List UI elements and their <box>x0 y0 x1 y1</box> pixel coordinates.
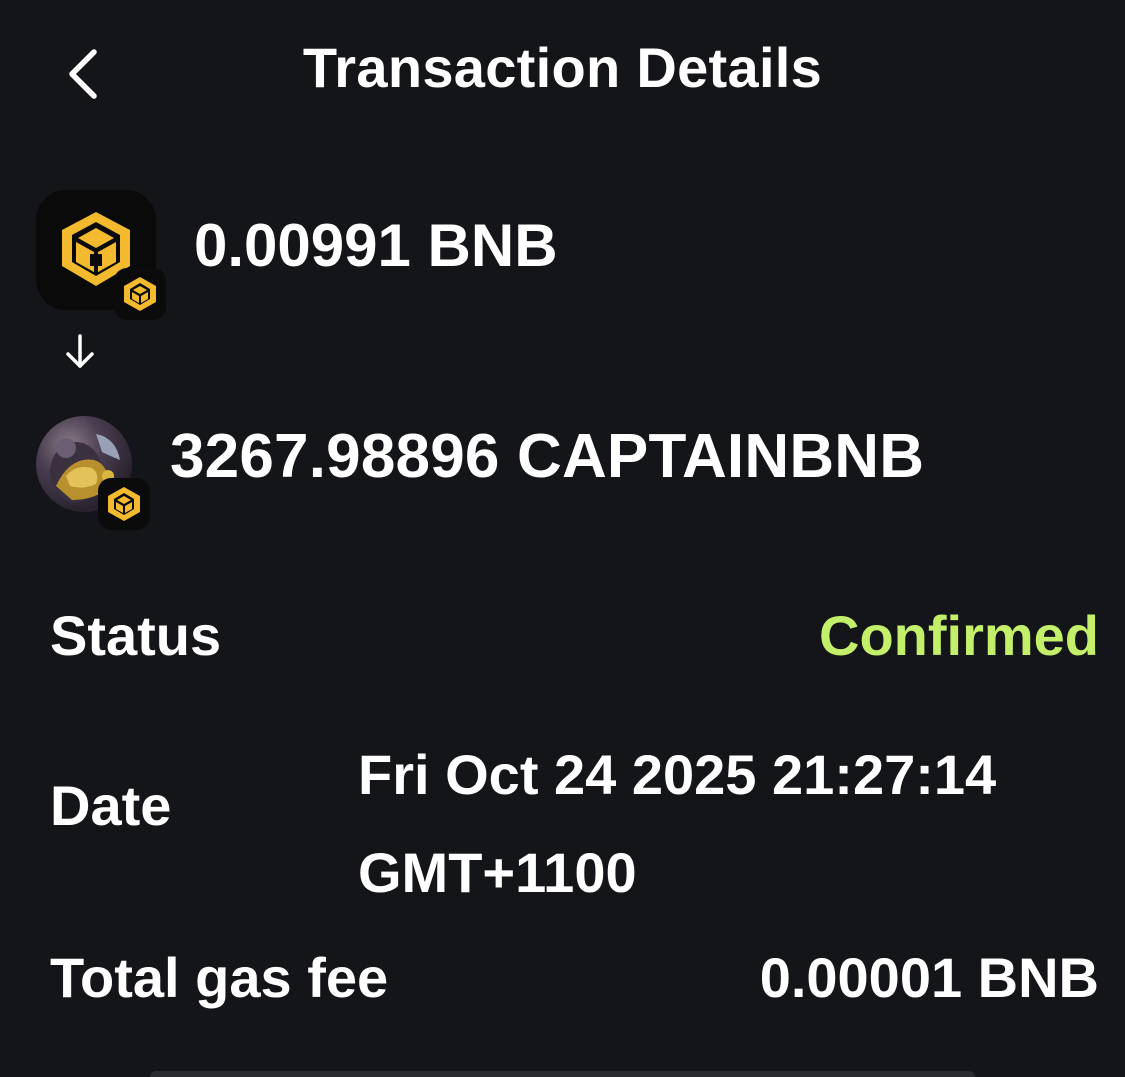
page-title: Transaction Details <box>302 36 823 99</box>
chain-badge <box>114 268 166 320</box>
bnb-chain-icon <box>124 277 156 311</box>
transaction-details-screen: Transaction Details 0.00991 BNB 3267.988… <box>0 0 1125 1077</box>
bnb-chain-icon <box>108 487 140 521</box>
chain-badge <box>98 478 150 530</box>
to-amount: 3267.98896 CAPTAINBNB <box>170 422 925 491</box>
gas-fee-value: 0.00001 BNB <box>759 946 1099 1009</box>
date-value: Fri Oct 24 2025 21:27:14 GMT+1100 <box>358 743 997 904</box>
status-label: Status <box>50 604 222 667</box>
from-amount: 0.00991 BNB <box>194 212 558 279</box>
status-value: Confirmed <box>819 604 1099 667</box>
header: Transaction Details <box>0 0 1125 130</box>
gas-fee-label: Total gas fee <box>50 946 389 1009</box>
bottom-sheet-edge <box>150 1071 975 1077</box>
date-label: Date <box>50 774 172 837</box>
arrow-down-icon <box>66 334 94 368</box>
